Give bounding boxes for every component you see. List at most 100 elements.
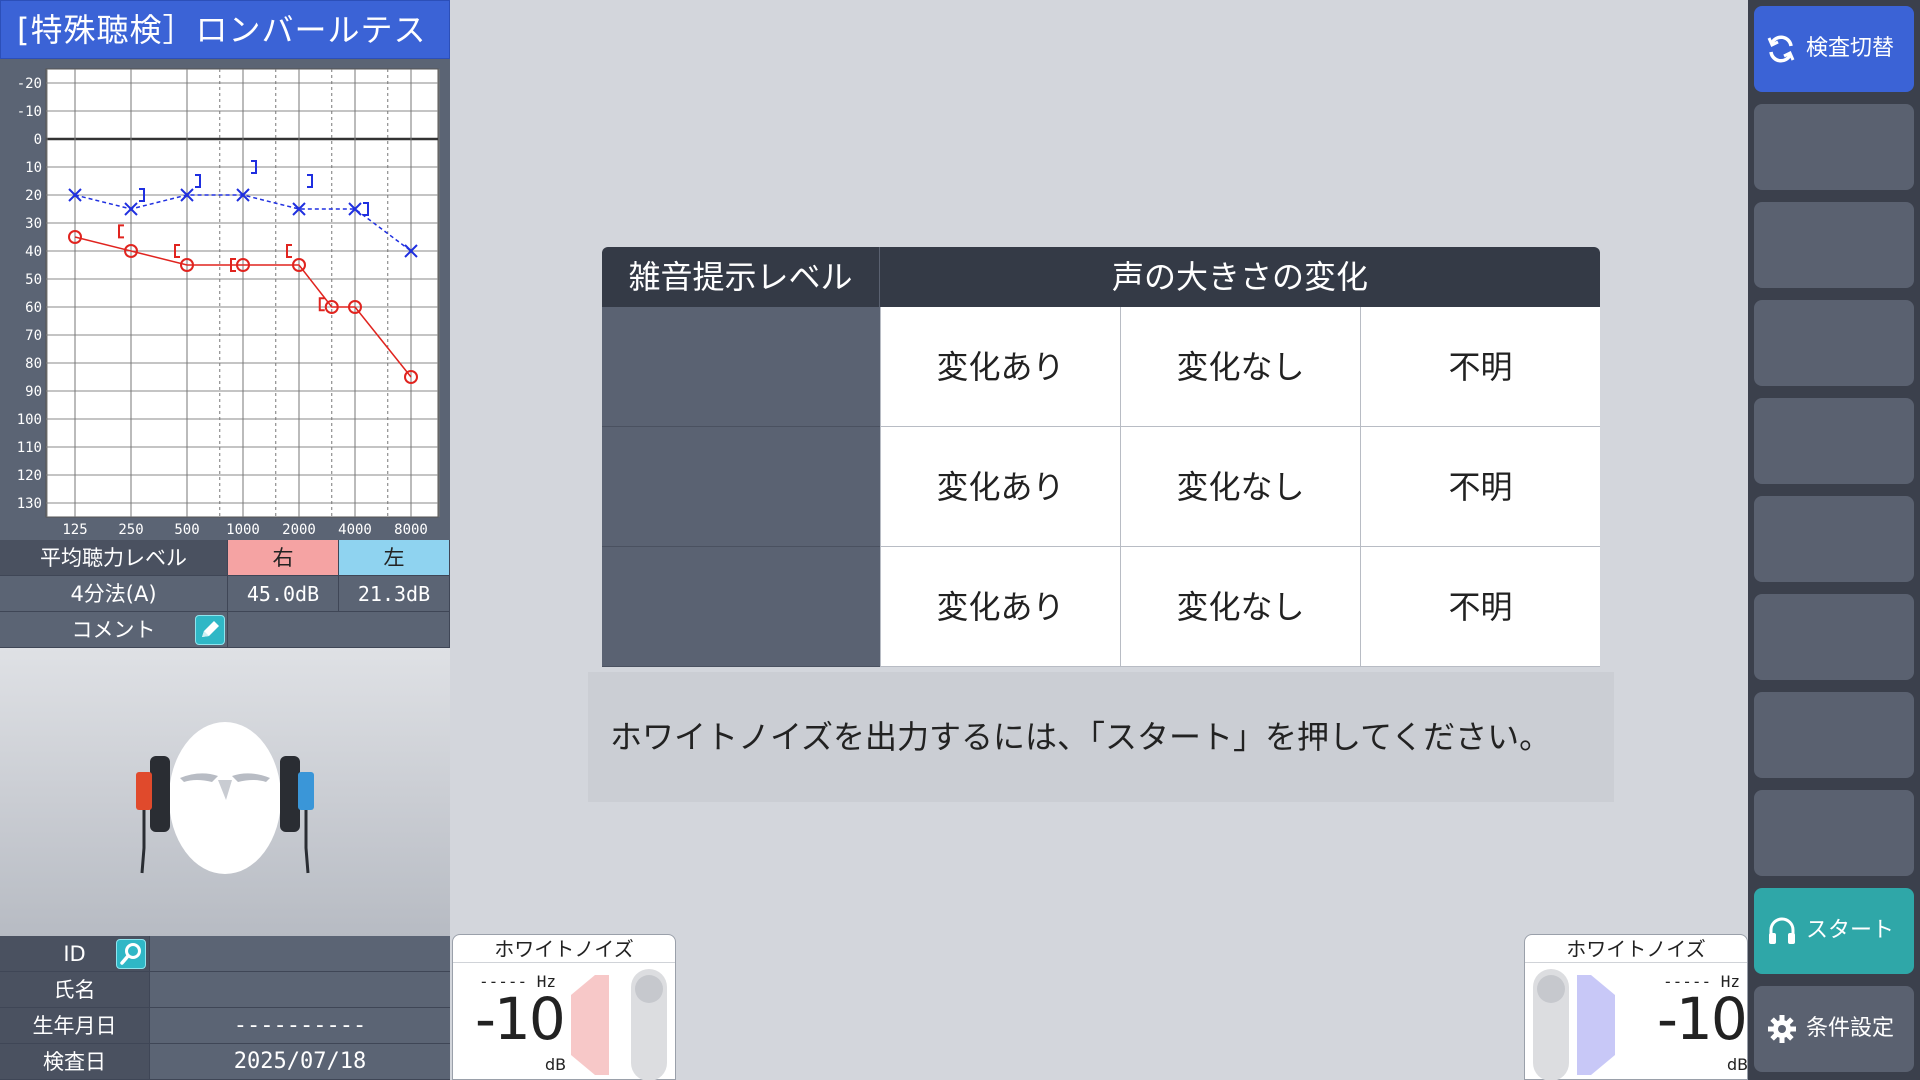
- test-switch-button[interactable]: 検査切替: [1754, 6, 1914, 92]
- refresh-icon: [1767, 35, 1795, 63]
- option-unknown[interactable]: 不明: [1360, 547, 1600, 667]
- y-tick-label: 30: [25, 216, 42, 232]
- right-ear-label: 右: [228, 540, 339, 576]
- gear-icon: [1768, 1015, 1796, 1043]
- start-button[interactable]: スタート: [1754, 888, 1914, 974]
- name-value: [150, 972, 450, 1008]
- option-changed[interactable]: 変化あり: [880, 307, 1120, 427]
- comment-row: コメント: [0, 612, 450, 648]
- noise-title: ホワイトノイズ: [1525, 935, 1747, 963]
- instruction-message: ホワイトノイズを出力するには、「スタート」を押してください。: [588, 672, 1614, 802]
- headphone-illustration: [0, 648, 450, 936]
- lombard-result-table: 雑音提示レベル 声の大きさの変化 変化あり 変化なし 不明 変化あり 変化なし …: [602, 247, 1600, 667]
- left-avg-value: 21.3dB: [339, 576, 450, 612]
- x-tick-label: 250: [118, 522, 143, 538]
- id-label: ID: [63, 942, 86, 966]
- birthdate-value: ----------: [150, 1008, 450, 1044]
- audiogram-chart[interactable]: -20 -10 0 10 20 30 40 50 60 70 80 90 100 110 120 130 125…: [0, 59, 450, 540]
- id-row: ID: [0, 936, 450, 972]
- avg-header-row: 平均聴力レベル 右 左: [0, 540, 450, 576]
- birthdate-label: 生年月日: [0, 1008, 150, 1044]
- y-tick-label: 70: [25, 328, 42, 344]
- empty-slot-button[interactable]: [1754, 398, 1914, 484]
- audiogram-panel: -20 -10 0 10 20 30 40 50 60 70 80 90 100 110 120 130 125…: [0, 59, 450, 540]
- y-tick-label: 20: [25, 188, 42, 204]
- id-search-button[interactable]: [116, 939, 146, 969]
- option-unchanged[interactable]: 変化なし: [1120, 427, 1360, 547]
- empty-slot-button[interactable]: [1754, 594, 1914, 680]
- noise-title: ホワイトノイズ: [453, 935, 675, 963]
- plot-area: [45, 68, 439, 518]
- exam-date-row: 検査日 2025/07/18: [0, 1044, 450, 1080]
- option-unknown[interactable]: 不明: [1360, 427, 1600, 547]
- y-tick-label: 40: [25, 244, 42, 260]
- y-tick-label: 50: [25, 272, 42, 288]
- speaker-icon: [571, 969, 667, 1080]
- noise-level-cell: [602, 307, 880, 427]
- table-row: 変化あり 変化なし 不明: [602, 547, 1600, 667]
- y-tick-label: 60: [25, 300, 42, 316]
- option-changed[interactable]: 変化あり: [880, 427, 1120, 547]
- empty-slot-button[interactable]: [1754, 202, 1914, 288]
- pencil-icon: [202, 621, 219, 637]
- white-noise-left-widget[interactable]: ホワイトノイズ ----- Hz -10 dB: [1524, 934, 1748, 1080]
- voice-change-header: 声の大きさの変化: [1111, 258, 1368, 296]
- left-panel: [特殊聴検］ロンバールテスト -20 -10 0 10 20 30 40 50 60 70 80 90…: [0, 0, 450, 1080]
- empty-slot-button[interactable]: [1754, 692, 1914, 778]
- option-unchanged[interactable]: 変化なし: [1120, 307, 1360, 427]
- x-tick-label: 1000: [226, 522, 260, 538]
- right-sidebar: 検査切替 スタート 条件設定: [1748, 0, 1920, 1080]
- noise-level-cell: [602, 547, 880, 667]
- right-avg-value: 45.0dB: [228, 576, 339, 612]
- white-noise-right-widget[interactable]: ホワイトノイズ ----- Hz -10 dB: [452, 934, 676, 1080]
- exam-date-label: 検査日: [0, 1044, 150, 1080]
- x-tick-label: 8000: [394, 522, 428, 538]
- speaker-icon: [1533, 969, 1615, 1080]
- noise-level-header: 雑音提示レベル: [602, 247, 880, 307]
- id-value: [150, 936, 450, 972]
- avg-method: 4分法(A): [0, 576, 228, 612]
- page-title: [特殊聴検］ロンバールテスト: [0, 0, 450, 108]
- option-unknown[interactable]: 不明: [1360, 307, 1600, 427]
- empty-slot-button[interactable]: [1754, 104, 1914, 190]
- table-row: 変化あり 変化なし 不明: [602, 427, 1600, 547]
- x-tick-label: 125: [62, 522, 87, 538]
- avg-level-label: 平均聴力レベル: [0, 540, 228, 576]
- volume-knob[interactable]: [635, 975, 663, 1003]
- edit-comment-button[interactable]: [195, 615, 225, 645]
- left-ear-label: 左: [339, 540, 450, 576]
- noise-level-cell: [602, 427, 880, 547]
- option-changed[interactable]: 変化あり: [880, 547, 1120, 667]
- headphone-icon: [1769, 917, 1795, 944]
- y-tick-label: 0: [34, 132, 42, 148]
- option-unchanged[interactable]: 変化なし: [1120, 547, 1360, 667]
- y-tick-label: -20: [17, 76, 42, 92]
- y-tick-label: 110: [17, 440, 42, 456]
- empty-slot-button[interactable]: [1754, 300, 1914, 386]
- x-tick-label: 2000: [282, 522, 316, 538]
- y-tick-label: 120: [17, 468, 42, 484]
- table-header: 雑音提示レベル 声の大きさの変化: [602, 247, 1600, 307]
- condition-settings-label: 条件設定: [1806, 1016, 1895, 1041]
- empty-slot-button[interactable]: [1754, 790, 1914, 876]
- y-tick-label: 80: [25, 356, 42, 372]
- name-label: 氏名: [0, 972, 150, 1008]
- exam-date-value: 2025/07/18: [150, 1044, 450, 1080]
- search-icon: [120, 943, 141, 965]
- y-tick-label: -10: [17, 104, 42, 120]
- y-tick-label: 90: [25, 384, 42, 400]
- y-tick-label: 100: [17, 412, 42, 428]
- volume-knob[interactable]: [1537, 975, 1565, 1003]
- table-row: 変化あり 変化なし 不明: [602, 307, 1600, 427]
- y-tick-label: 10: [25, 160, 42, 176]
- name-row: 氏名: [0, 972, 450, 1008]
- start-label: スタート: [1806, 918, 1895, 943]
- birthdate-row: 生年月日 ----------: [0, 1008, 450, 1044]
- comment-field[interactable]: [228, 612, 450, 648]
- avg-values-row: 4分法(A) 45.0dB 21.3dB: [0, 576, 450, 612]
- condition-settings-button[interactable]: 条件設定: [1754, 986, 1914, 1072]
- comment-label: コメント: [71, 618, 156, 642]
- empty-slot-button[interactable]: [1754, 496, 1914, 582]
- test-switch-label: 検査切替: [1806, 36, 1895, 61]
- y-tick-label: 130: [17, 496, 42, 512]
